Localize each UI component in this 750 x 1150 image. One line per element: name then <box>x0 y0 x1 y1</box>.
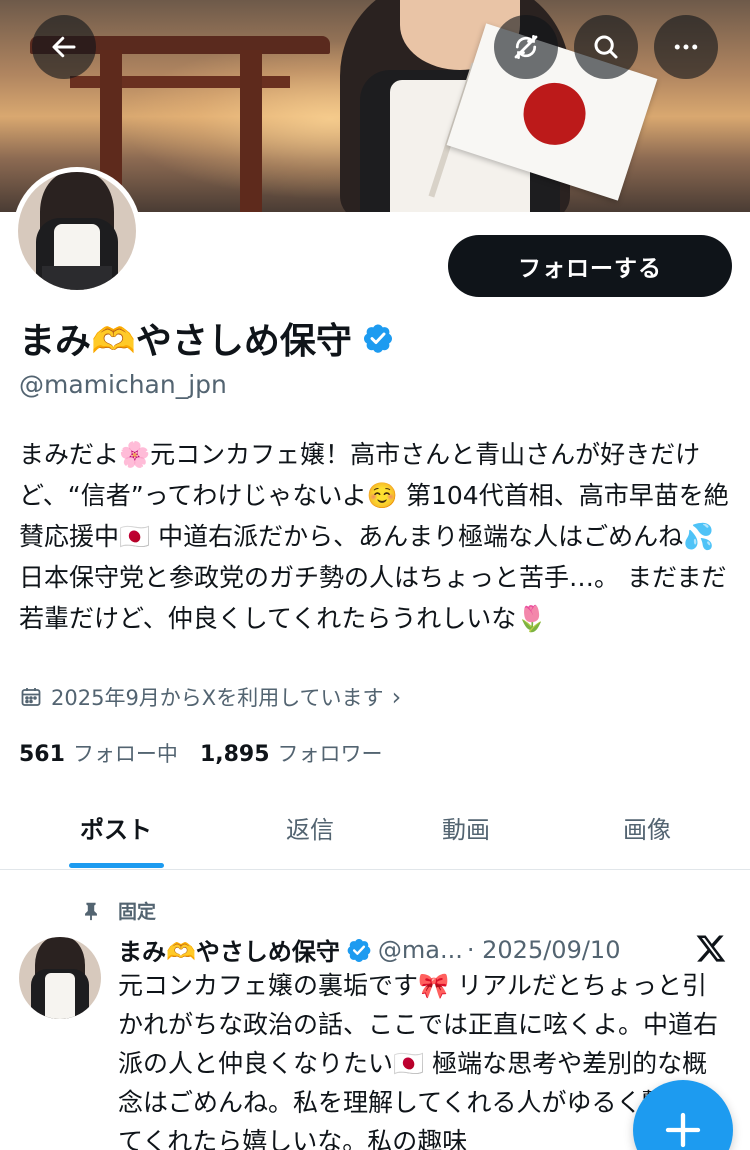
post-author-name[interactable]: まみ🫶やさしめ保守 <box>118 932 340 967</box>
pinned-label: 固定 <box>118 901 157 923</box>
active-tab-indicator <box>69 863 164 868</box>
verified-badge-icon <box>347 938 371 962</box>
joined-date[interactable]: 2025年9月からXを利用しています › <box>19 682 401 712</box>
display-name: まみ🫶やさしめ保守 <box>19 321 352 362</box>
tab-videos[interactable]: 動画 <box>388 784 544 870</box>
tab-posts[interactable]: ポスト <box>0 784 232 870</box>
plus-icon <box>665 1112 701 1148</box>
followers-label[interactable]: フォロワー <box>278 738 383 768</box>
notifications-off-button[interactable] <box>494 15 558 79</box>
profile-name-row: まみ🫶やさしめ保守 <box>19 312 394 364</box>
x-logo-icon <box>696 935 726 962</box>
verified-badge-icon[interactable] <box>362 322 394 354</box>
back-button[interactable] <box>32 15 96 79</box>
follow-button[interactable]: フォローする <box>448 235 732 297</box>
post-text: 元コンカフェ嬢の裏垢です🎀 リアルだとちょっと引かれがちな政治の話、ここでは正直… <box>118 971 719 1150</box>
profile-bio: まみだよ🌸元コンカフェ嬢！高市さんと青山さんが好きだけど、“信者”ってわけじゃな… <box>19 440 729 633</box>
no-sync-icon <box>514 35 538 59</box>
arrow-left-icon <box>52 36 76 58</box>
post-author-handle[interactable]: @ma... <box>378 936 463 964</box>
post-header: まみ🫶やさしめ保守 @ma... · 2025/09/10 <box>118 932 620 967</box>
chevron-right-icon: › <box>391 683 402 711</box>
following-label[interactable]: フォロー中 <box>73 738 178 768</box>
tab-images[interactable]: 画像 <box>544 784 750 870</box>
profile-avatar[interactable] <box>13 167 141 295</box>
search-button[interactable] <box>574 15 638 79</box>
tab-replies[interactable]: 返信 <box>232 784 388 870</box>
calendar-icon <box>21 688 41 706</box>
post-date[interactable]: · 2025/09/10 <box>467 936 621 964</box>
pinned-indicator: 固定 <box>80 897 156 924</box>
pin-icon <box>85 902 97 920</box>
post-avatar[interactable] <box>19 937 101 1019</box>
more-icon <box>674 44 698 50</box>
profile-handle: @mamichan_jpn <box>19 370 227 399</box>
more-button[interactable] <box>654 15 718 79</box>
joined-label: 2025年9月からXを利用しています <box>51 686 384 710</box>
following-count[interactable]: 561 <box>19 742 65 767</box>
followers-count[interactable]: 1,895 <box>200 742 270 767</box>
follow-stats: 561 フォロー中 1,895 フォロワー <box>19 738 405 768</box>
search-icon <box>594 35 618 59</box>
profile-tabs: ポスト 返信 動画 画像 <box>0 784 750 870</box>
banner-torii-post <box>240 50 262 212</box>
